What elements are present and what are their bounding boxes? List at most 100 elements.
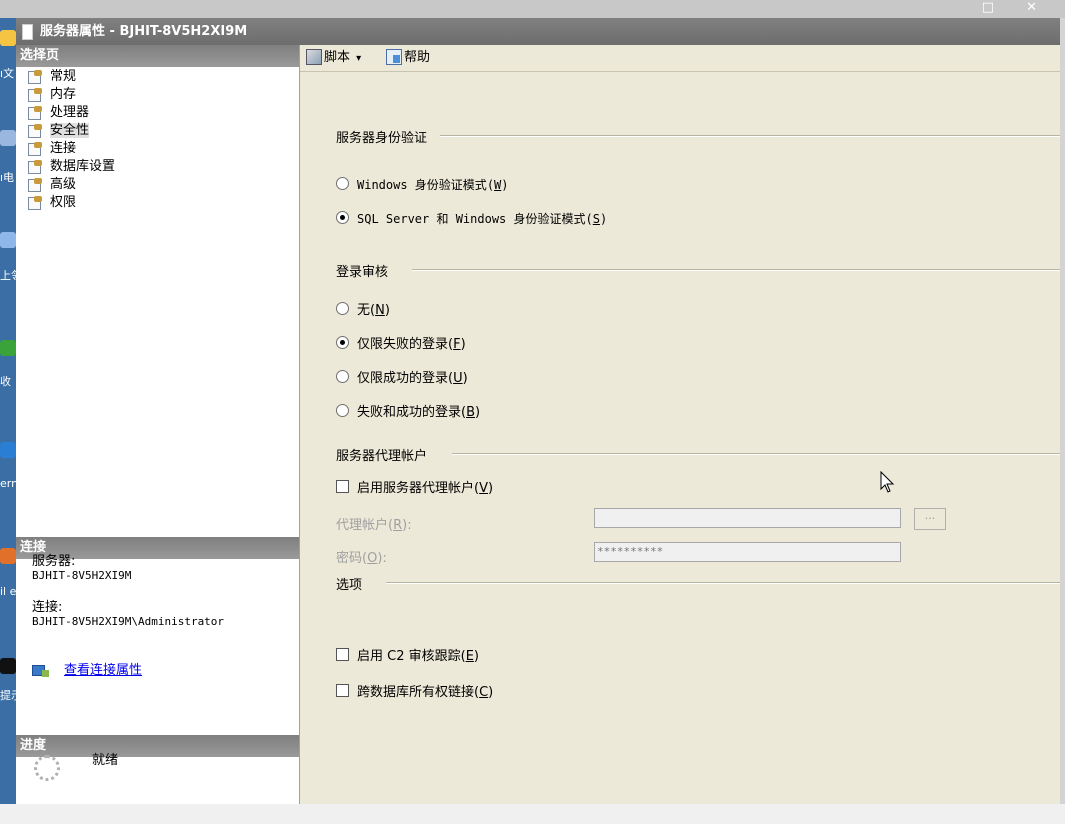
desktop-icon-label: il ef bbox=[0, 586, 16, 598]
group-divider bbox=[412, 269, 1060, 271]
radio-audit-failed[interactable] bbox=[336, 336, 349, 349]
proxy-account-label: 代理帐户(R): bbox=[336, 518, 412, 533]
page-item-security[interactable]: 安全性 bbox=[20, 121, 160, 140]
mouse-cursor-icon bbox=[880, 471, 895, 493]
script-label: 脚本 bbox=[324, 50, 351, 65]
checkbox-enable-proxy[interactable] bbox=[336, 480, 349, 493]
audit-none-label: 无 bbox=[357, 303, 371, 318]
desktop-ie-icon[interactable] bbox=[0, 442, 16, 458]
page-item-processor[interactable]: 处理器 bbox=[20, 103, 160, 122]
property-page-icon bbox=[28, 70, 42, 84]
progress-status: 就绪 bbox=[92, 753, 119, 768]
desktop-icon-label: 上邻 bbox=[0, 270, 16, 282]
radio-windows-auth[interactable] bbox=[336, 177, 349, 190]
page-item-label: 高级 bbox=[50, 177, 77, 192]
property-page-icon bbox=[28, 160, 42, 174]
desktop-network-icon[interactable] bbox=[0, 232, 16, 248]
desktop-firefox-icon[interactable] bbox=[0, 548, 16, 564]
access-key: V bbox=[479, 481, 488, 496]
page-item-advanced[interactable]: 高级 bbox=[20, 175, 160, 194]
select-page-header: 选择页 bbox=[16, 45, 299, 67]
access-key: W bbox=[494, 178, 502, 192]
desktop-background: ו文 ו电 上邻 收 ern .or il ef 提示 bbox=[0, 18, 16, 804]
audit-success-radio[interactable]: 仅限成功的登录(U) bbox=[336, 370, 468, 387]
radio-audit-both[interactable] bbox=[336, 404, 349, 417]
page-item-label: 处理器 bbox=[50, 105, 90, 120]
view-connection-properties[interactable]: 查看连接属性 bbox=[32, 659, 142, 678]
help-label: 帮助 bbox=[404, 50, 431, 65]
host-right-border bbox=[1060, 18, 1065, 804]
page-item-general[interactable]: 常规 bbox=[20, 67, 160, 86]
toolbar: 脚本 ▾ 帮助 bbox=[300, 45, 1060, 72]
page-item-connections[interactable]: 连接 bbox=[20, 139, 160, 158]
audit-group-label: 登录审核 bbox=[336, 261, 397, 280]
desktop-folder-icon[interactable] bbox=[0, 30, 16, 46]
server-icon bbox=[22, 24, 33, 40]
progress-header: 进度 bbox=[16, 735, 299, 757]
access-key: E bbox=[465, 649, 474, 664]
c2-audit-checkbox[interactable]: 启用 C2 审核跟踪(E) bbox=[336, 648, 479, 665]
windows-auth-radio[interactable]: Windows 身份验证模式(W) bbox=[336, 177, 509, 193]
property-page-icon bbox=[28, 142, 42, 156]
host-bottom-area bbox=[0, 804, 1065, 824]
view-connection-properties-link[interactable]: 查看连接属性 bbox=[64, 663, 142, 678]
password-label: 密码(O): bbox=[336, 551, 387, 566]
access-key: N bbox=[375, 303, 385, 318]
dialog-titlebar[interactable]: 服务器属性 - BJHIT-8V5H2XI9M bbox=[16, 18, 1060, 45]
connection-info: 服务器: BJHIT-8V5H2XI9M 连接: BJHIT-8V5H2XI9M… bbox=[32, 555, 224, 629]
proxy-group-label: 服务器代理帐户 bbox=[336, 445, 436, 464]
cross-db-chaining-checkbox[interactable]: 跨数据库所有权链接(C) bbox=[336, 684, 493, 701]
property-page-icon bbox=[28, 196, 42, 210]
desktop-computer-icon[interactable] bbox=[0, 130, 16, 146]
radio-mixed-auth[interactable] bbox=[336, 211, 349, 224]
password-input[interactable]: ********** bbox=[594, 542, 901, 562]
audit-none-radio[interactable]: 无(N) bbox=[336, 302, 390, 319]
checkbox-cross-db-chaining[interactable] bbox=[336, 684, 349, 697]
page-item-label: 数据库设置 bbox=[50, 159, 116, 174]
script-icon bbox=[306, 48, 322, 65]
enable-proxy-checkbox[interactable]: 启用服务器代理帐户(V) bbox=[336, 480, 493, 497]
checkbox-c2-audit[interactable] bbox=[336, 648, 349, 661]
desktop-icon-label: 提示 bbox=[0, 690, 16, 702]
help-button[interactable]: 帮助 bbox=[386, 45, 430, 71]
access-key: B bbox=[466, 405, 476, 420]
group-divider bbox=[386, 582, 1060, 584]
chevron-down-icon[interactable]: ▾ bbox=[356, 53, 361, 64]
password-text: 密码 bbox=[336, 551, 363, 566]
audit-both-label: 失败和成功的登录 bbox=[357, 405, 462, 420]
radio-audit-success[interactable] bbox=[336, 370, 349, 383]
desktop-recycle-icon[interactable] bbox=[0, 340, 16, 356]
desktop-icon-label: ו电 bbox=[0, 172, 14, 184]
access-key: S bbox=[592, 212, 600, 226]
security-page-content: 服务器身份验证 Windows 身份验证模式(W) SQL Server 和 W… bbox=[300, 72, 1060, 804]
access-key: U bbox=[453, 371, 463, 386]
access-key: C bbox=[479, 685, 489, 700]
proxy-account-input[interactable] bbox=[594, 508, 901, 528]
access-key: O bbox=[367, 551, 378, 566]
desktop-icon-label: 收 bbox=[0, 376, 11, 388]
progress-spinner-icon bbox=[34, 755, 60, 781]
script-button[interactable]: 脚本 ▾ bbox=[306, 45, 361, 72]
property-page-icon bbox=[28, 124, 42, 138]
audit-failed-radio[interactable]: 仅限失败的登录(F) bbox=[336, 336, 466, 353]
connection-label: 连接: bbox=[32, 600, 63, 615]
page-item-memory[interactable]: 内存 bbox=[20, 85, 160, 104]
host-titlebar: □ ✕ bbox=[0, 0, 1065, 18]
page-item-label: 常规 bbox=[50, 69, 77, 84]
page-item-label: 连接 bbox=[50, 141, 77, 156]
radio-audit-none[interactable] bbox=[336, 302, 349, 315]
desktop-cmd-icon[interactable] bbox=[0, 658, 16, 674]
audit-both-radio[interactable]: 失败和成功的登录(B) bbox=[336, 404, 480, 421]
c2-audit-label: 启用 C2 审核跟踪 bbox=[357, 649, 461, 664]
desktop-icon-label: ern .or bbox=[0, 478, 16, 490]
proxy-browse-button[interactable]: ... bbox=[914, 508, 946, 530]
property-page-icon bbox=[28, 88, 42, 102]
page-item-permissions[interactable]: 权限 bbox=[20, 193, 160, 212]
mixed-auth-radio[interactable]: SQL Server 和 Windows 身份验证模式(S) bbox=[336, 211, 607, 227]
server-properties-dialog: 服务器属性 - BJHIT-8V5H2XI9M 选择页 常规 内存 处理器 安全… bbox=[16, 18, 1060, 804]
mixed-auth-label: SQL Server 和 Windows 身份验证模式 bbox=[357, 212, 586, 226]
page-item-database-settings[interactable]: 数据库设置 bbox=[20, 157, 160, 176]
host-window-controls[interactable]: □ ✕ bbox=[982, 0, 1051, 15]
page-item-label: 内存 bbox=[50, 87, 77, 102]
page-item-label: 安全性 bbox=[50, 123, 90, 138]
